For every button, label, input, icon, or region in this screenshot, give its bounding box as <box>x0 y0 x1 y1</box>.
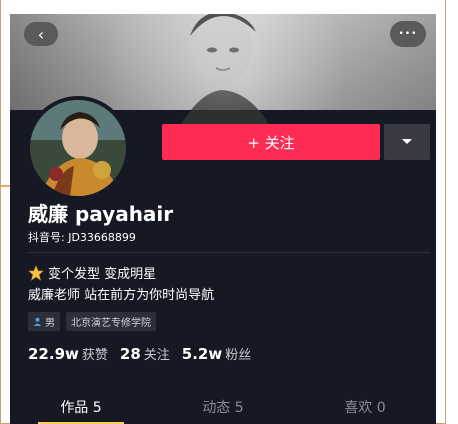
profile-tags: 男 北京演艺专修学院 <box>28 312 156 331</box>
screenshot-frame: ‹ ••• + 关注 威廉 payahair 抖音号: JD33668899 变… <box>0 0 458 424</box>
stat-following-value: 28 <box>119 345 141 363</box>
follow-button[interactable]: + 关注 <box>162 124 380 160</box>
stat-following[interactable]: 28 关注 <box>120 344 170 363</box>
tab-likes[interactable]: 喜欢 0 <box>294 390 436 424</box>
profile-name: 威廉 payahair <box>28 202 174 226</box>
back-button[interactable]: ‹ <box>24 22 58 46</box>
follow-button-label: + 关注 <box>247 133 295 152</box>
avatar-image <box>30 100 126 196</box>
stat-following-label: 关注 <box>143 348 170 363</box>
recommend-dropdown-button[interactable] <box>384 124 430 160</box>
stat-followers-value: 5.2w <box>181 345 223 363</box>
chevron-left-icon: ‹ <box>37 24 45 44</box>
content-tabs: 作品 5 动态 5 喜欢 0 <box>10 390 436 424</box>
bio-line-1-text: 变个发型 变成明星 <box>48 267 157 282</box>
stat-likes-label: 获赞 <box>81 348 108 363</box>
stat-likes-value: 22.9w <box>28 345 79 363</box>
ellipsis-icon: ••• <box>398 29 418 39</box>
avatar-ring <box>26 96 130 200</box>
profile-stats: 22.9w 获赞 28 关注 5.2w 粉丝 <box>28 344 251 363</box>
caret-down-icon <box>402 139 412 144</box>
school-tag: 北京演艺专修学院 <box>66 312 156 331</box>
profile-screen: ‹ ••• + 关注 威廉 payahair 抖音号: JD33668899 变… <box>10 14 436 424</box>
bio-line-1: 变个发型 变成明星 <box>28 263 156 282</box>
gender-tag: 男 <box>28 312 60 331</box>
gender-tag-label: 男 <box>45 318 55 329</box>
star-icon <box>28 264 44 281</box>
douyin-id: 抖音号: JD33668899 <box>28 231 136 244</box>
tab-works[interactable]: 作品 5 <box>10 390 152 424</box>
stat-followers[interactable]: 5.2w 粉丝 <box>182 344 251 363</box>
tab-posts[interactable]: 动态 5 <box>152 390 294 424</box>
more-button[interactable]: ••• <box>390 21 426 47</box>
avatar[interactable] <box>30 100 126 196</box>
stat-followers-label: 粉丝 <box>225 348 252 363</box>
person-icon <box>33 317 42 326</box>
stat-likes: 22.9w 获赞 <box>28 344 108 363</box>
divider <box>28 252 430 253</box>
bio-line-2: 威廉老师 站在前方为你时尚导航 <box>28 288 215 303</box>
school-tag-label: 北京演艺专修学院 <box>71 318 151 329</box>
